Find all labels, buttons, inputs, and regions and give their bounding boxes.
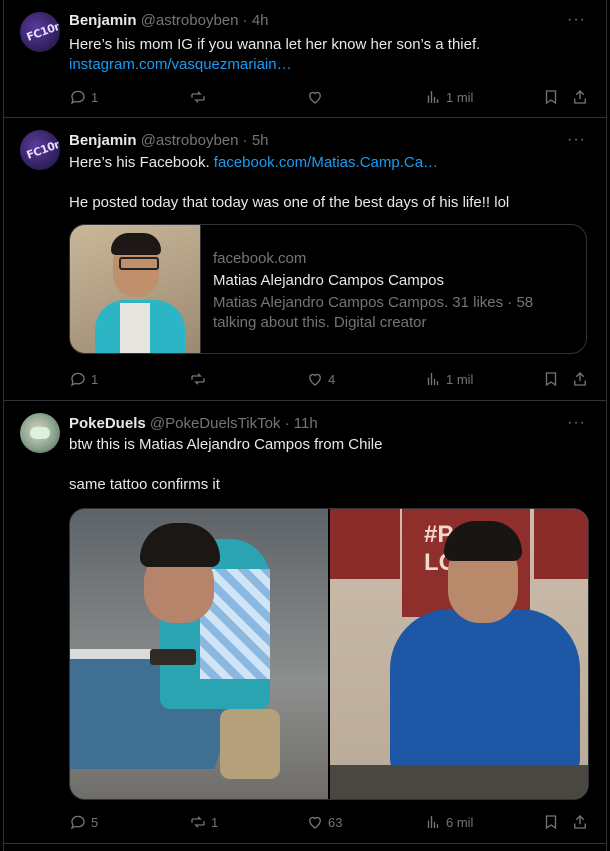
action-bar: 1 1 mil xyxy=(69,87,589,107)
analytics-icon xyxy=(427,91,439,103)
timeline: FC10n Benjamin @astroboyben · 4h ··· Her… xyxy=(3,0,607,851)
bookmark-button[interactable] xyxy=(542,87,560,107)
card-description-2: talking about this. Digital creator xyxy=(213,314,427,331)
heart-icon xyxy=(309,91,321,104)
post-text-line2: He posted today that today was one of th… xyxy=(69,194,510,211)
card-domain: facebook.com xyxy=(213,250,307,267)
repost-icon xyxy=(191,373,205,385)
author-handle[interactable]: @astroboyben xyxy=(141,132,239,149)
heart-icon xyxy=(309,816,321,829)
share-icon xyxy=(574,815,586,829)
share-icon xyxy=(574,90,586,104)
post-benjamin-instagram[interactable]: FC10n Benjamin @astroboyben · 4h ··· Her… xyxy=(4,0,606,118)
share-button[interactable] xyxy=(571,369,589,389)
post-text: Here’s his Facebook. facebook.com/Matias… xyxy=(69,154,439,171)
repost-button[interactable]: 1 xyxy=(189,812,218,832)
bookmark-icon xyxy=(545,372,557,387)
reply-icon xyxy=(70,90,85,105)
timestamp[interactable]: 4h xyxy=(252,12,269,29)
author-name[interactable]: PokeDuels xyxy=(69,415,146,432)
post-link[interactable]: facebook.com/Matias.Camp.Ca… xyxy=(214,154,438,171)
analytics-icon xyxy=(427,816,439,828)
like-button[interactable]: 4 xyxy=(306,369,335,389)
heart-icon xyxy=(309,373,321,386)
card-description: Matias Alejandro Campos Campos. 31 likes… xyxy=(213,294,534,311)
share-button[interactable] xyxy=(571,812,589,832)
views-button[interactable]: 6 mil xyxy=(424,812,473,832)
views-button[interactable]: 1 mil xyxy=(424,369,473,389)
author-name[interactable]: Benjamin xyxy=(69,12,137,29)
more-options-icon[interactable]: ··· xyxy=(567,414,586,432)
avatar[interactable] xyxy=(20,413,60,453)
action-bar: 1 4 1 mil xyxy=(69,369,589,389)
author-handle[interactable]: @astroboyben xyxy=(141,12,239,29)
bookmark-button[interactable] xyxy=(542,812,560,832)
analytics-icon xyxy=(427,373,439,385)
author-name[interactable]: Benjamin xyxy=(69,132,137,149)
repost-icon xyxy=(191,91,205,103)
repost-button[interactable] xyxy=(189,369,207,389)
bookmark-icon xyxy=(545,815,557,830)
avatar[interactable]: FC10n xyxy=(20,12,60,52)
reply-button[interactable]: 5 xyxy=(69,812,98,832)
post-benjamin-facebook[interactable]: FC10n Benjamin @astroboyben · 5h ··· Her… xyxy=(4,118,606,401)
more-options-icon[interactable]: ··· xyxy=(567,11,586,29)
timestamp[interactable]: 11h xyxy=(294,415,318,432)
reply-button[interactable]: 1 xyxy=(69,369,98,389)
post-text: btw this is Matias Alejandro Campos from… xyxy=(69,436,383,453)
link-card[interactable]: facebook.com Matias Alejandro Campos Cam… xyxy=(69,224,587,354)
card-title: Matias Alejandro Campos Campos xyxy=(213,272,444,289)
share-icon xyxy=(574,372,586,386)
post-header: Benjamin @astroboyben · 5h xyxy=(69,132,269,149)
bookmark-icon xyxy=(545,90,557,105)
repost-button[interactable] xyxy=(189,87,207,107)
action-bar: 5 1 63 6 mil xyxy=(69,812,589,832)
post-pokeduels[interactable]: PokeDuels @PokeDuelsTikTok · 11h ··· btw… xyxy=(4,401,606,844)
avatar[interactable]: FC10n xyxy=(20,130,60,170)
like-button[interactable] xyxy=(306,87,324,107)
reply-icon xyxy=(70,815,85,830)
card-text: facebook.com Matias Alejandro Campos Cam… xyxy=(213,249,573,333)
photo-left[interactable] xyxy=(70,509,328,799)
post-header: PokeDuels @PokeDuelsTikTok · 11h xyxy=(69,415,318,432)
reply-button[interactable]: 1 xyxy=(69,87,98,107)
views-button[interactable]: 1 mil xyxy=(424,87,473,107)
author-handle[interactable]: @PokeDuelsTikTok xyxy=(150,415,281,432)
like-button[interactable]: 63 xyxy=(306,812,342,832)
post-text: Here’s his mom IG if you wanna let her k… xyxy=(69,36,481,53)
reply-icon xyxy=(70,372,85,387)
post-text-line2: same tattoo confirms it xyxy=(69,476,220,493)
post-header: Benjamin @astroboyben · 4h xyxy=(69,12,269,29)
repost-icon xyxy=(191,816,205,828)
post-link[interactable]: instagram.com/vasquezmariain… xyxy=(69,55,292,75)
media-grid[interactable]: #PO LOV xyxy=(69,508,589,800)
bookmark-button[interactable] xyxy=(542,369,560,389)
more-options-icon[interactable]: ··· xyxy=(567,131,586,149)
photo-right[interactable]: #PO LOV xyxy=(330,509,588,799)
timestamp[interactable]: 5h xyxy=(252,132,269,149)
card-thumbnail xyxy=(70,225,201,353)
share-button[interactable] xyxy=(571,87,589,107)
